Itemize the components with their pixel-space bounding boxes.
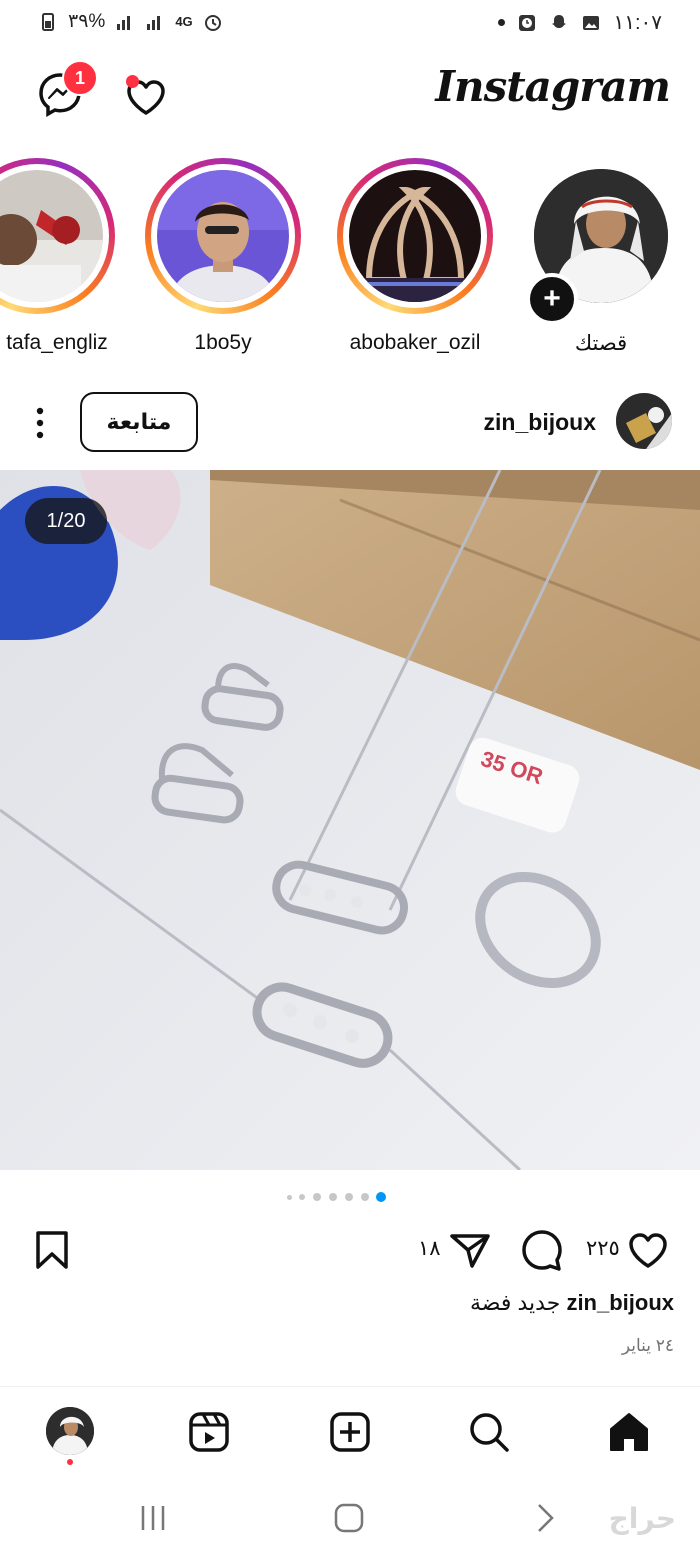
bottom-nav xyxy=(0,1386,700,1479)
more-options-icon[interactable] xyxy=(28,403,52,443)
home-icon[interactable] xyxy=(606,1409,652,1455)
carousel-dot xyxy=(345,1193,353,1201)
recent-apps-icon[interactable] xyxy=(135,1500,171,1536)
carousel-dot xyxy=(299,1194,305,1200)
story-item[interactable]: tafa_engliz xyxy=(0,155,122,360)
story-username: 1bo5y xyxy=(194,331,252,354)
caption-username[interactable]: zin_bijoux xyxy=(566,1290,674,1315)
story-avatar xyxy=(0,170,103,302)
carousel-dot xyxy=(313,1193,321,1201)
signal-icon xyxy=(117,15,131,30)
clock-app-icon xyxy=(519,14,536,31)
author-photo-icon xyxy=(616,393,672,449)
alarm-icon xyxy=(204,14,221,31)
story-photo-icon xyxy=(0,170,103,302)
profile-avatar-icon xyxy=(46,1407,94,1455)
story-item[interactable]: abobaker_ozil xyxy=(330,155,500,360)
app-header: 1 Instagram xyxy=(0,50,700,140)
watermark-logo: حراج xyxy=(608,1502,676,1535)
stories-tray: tafa_engliz 1bo5y abobaker_ozil + قصتك xyxy=(0,155,700,365)
messenger-badge: 1 xyxy=(62,60,98,96)
network-type: 4G xyxy=(175,14,193,29)
snapchat-icon xyxy=(552,14,567,28)
clock-time: ١١:٠٧ xyxy=(613,12,662,34)
bookmark-icon[interactable] xyxy=(30,1228,74,1272)
notification-dot-icon xyxy=(498,19,506,26)
carousel-dot xyxy=(287,1195,292,1200)
create-icon[interactable] xyxy=(327,1409,373,1455)
story-item[interactable]: 1bo5y xyxy=(138,155,308,360)
profile-tab[interactable] xyxy=(46,1407,94,1455)
post-date: ٢٤ يناير xyxy=(621,1336,674,1355)
system-nav-bar: حراج xyxy=(0,1478,700,1561)
profile-notification-dot xyxy=(67,1459,73,1465)
home-button-icon[interactable] xyxy=(331,1500,367,1536)
carousel-dot xyxy=(361,1193,369,1201)
back-icon[interactable] xyxy=(527,1500,563,1536)
caption-text: جديد فضة xyxy=(469,1290,561,1315)
like-icon[interactable] xyxy=(626,1228,670,1272)
post-image[interactable]: 35 OR 1/20 xyxy=(0,470,700,1170)
post-username[interactable]: zin_bijoux xyxy=(484,409,596,436)
like-count: ٢٢٥ xyxy=(586,1237,620,1260)
post-author-avatar[interactable] xyxy=(616,393,672,449)
search-icon[interactable] xyxy=(466,1409,512,1455)
carousel-dot xyxy=(329,1193,337,1201)
post-header: متابعة zin_bijoux xyxy=(0,385,700,461)
story-ring xyxy=(0,158,115,314)
instagram-logo[interactable]: Instagram xyxy=(435,62,671,111)
battery-percent: ٣٩% xyxy=(68,11,106,32)
post-actions: ١٨ ٢٢٥ xyxy=(0,1222,700,1282)
gallery-icon xyxy=(583,15,600,30)
jewelry-photo-icon xyxy=(0,470,700,1170)
story-username: قصتك xyxy=(574,332,628,355)
add-story-button[interactable]: + xyxy=(526,273,578,325)
carousel-dots xyxy=(0,1190,700,1204)
carousel-dot-active xyxy=(376,1192,386,1202)
activity-dot xyxy=(126,75,139,88)
send-icon[interactable] xyxy=(448,1228,492,1272)
status-left: ٣٩% 4G xyxy=(38,10,223,33)
story-ring xyxy=(145,158,301,314)
signal-icon-2 xyxy=(147,15,161,30)
comment-icon[interactable] xyxy=(520,1228,564,1272)
share-count: ١٨ xyxy=(418,1237,441,1260)
story-photo-icon xyxy=(349,170,481,302)
own-story-item[interactable]: + قصتك xyxy=(516,155,686,360)
story-username: abobaker_ozil xyxy=(349,331,481,354)
battery-icon xyxy=(42,12,54,31)
status-right: ١١:٠٧ xyxy=(498,10,662,35)
story-ring xyxy=(337,158,493,314)
reels-icon[interactable] xyxy=(186,1409,232,1455)
status-bar: ٣٩% 4G ١١:٠٧ xyxy=(0,0,700,46)
follow-button[interactable]: متابعة xyxy=(80,392,198,452)
story-avatar xyxy=(349,170,481,302)
story-avatar xyxy=(157,170,289,302)
image-counter: 1/20 xyxy=(25,498,107,544)
post-caption: zin_bijoux جديد فضة xyxy=(34,1290,674,1316)
story-photo-icon xyxy=(157,170,289,302)
